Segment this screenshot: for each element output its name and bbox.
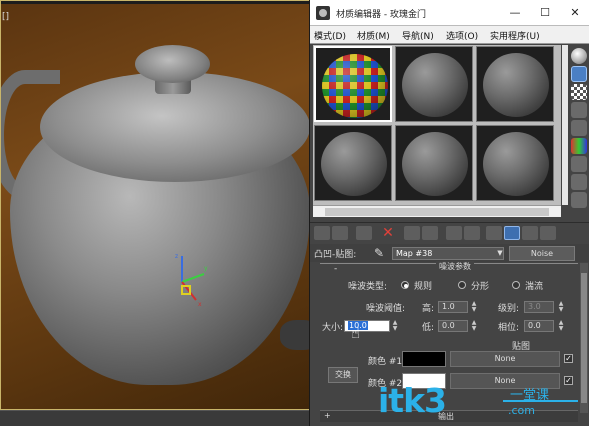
backlight-icon[interactable] [571,66,587,82]
sample-slot-3[interactable] [476,46,554,122]
editor-toolbar: ✕ [310,222,589,242]
noise-threshold-label: 噪波阈值: [366,304,406,314]
rollout-title: 噪波参数 [436,261,474,272]
high-label: 高: [422,304,435,314]
menu-mode[interactable]: 模式(D) [314,29,346,42]
3d-viewport[interactable]: [] z y x [0,0,310,426]
eyedropper-icon[interactable]: ✎ [374,246,388,260]
sphere-preview [402,132,468,196]
copy-material-icon[interactable] [404,226,420,240]
noise-type-label: 噪波类型: [348,282,388,292]
radio-fractal[interactable] [458,281,466,289]
low-spinner[interactable]: 0.0 [438,320,468,332]
put-to-scene-icon[interactable] [332,226,348,240]
levels-spinner[interactable]: 3.0 [524,301,554,313]
options-icon[interactable] [571,156,587,172]
video-check-icon[interactable] [571,120,587,136]
sample-slots [313,45,561,205]
phase-spinner[interactable]: 0.0 [524,320,554,332]
panel-scrollbar[interactable] [580,263,588,413]
panel-scrollbar-thumb[interactable] [581,273,587,403]
go-to-parent-icon[interactable] [522,226,538,240]
reset-map-icon[interactable]: ✕ [380,226,396,240]
material-id-channel-icon[interactable] [464,226,480,240]
radio-regular-label: 规则 [414,282,433,292]
map-type-button[interactable]: Noise [509,246,575,261]
high-spinner[interactable]: 1.0 [438,301,468,313]
size-label: 大小: [322,323,344,333]
show-end-result-icon[interactable] [504,226,520,240]
color1-map-checkbox[interactable]: ✓ [564,354,573,363]
levels-spinner-arrows[interactable]: ▲ ▼ [558,301,564,313]
menu-utilities[interactable]: 实用程序(U) [490,29,540,42]
material-navigator-icon[interactable] [571,192,587,208]
sample-slot-1[interactable] [314,46,392,122]
sphere-preview [321,132,387,196]
assign-to-selection-icon[interactable] [356,226,372,240]
map-slot-label: 凸凹-贴图: [314,250,357,260]
window-title: 材质编辑器 - 玫瑰金门 [336,10,426,20]
color1-swatch[interactable] [402,351,446,367]
sample-slot-2[interactable] [395,46,473,122]
uv-tiling-icon[interactable] [571,102,587,118]
high-spinner-arrows[interactable]: ▲ ▼ [471,301,477,313]
levels-label: 级别: [498,304,520,314]
watermark-divider [503,400,578,402]
collapse-icon[interactable]: - [334,264,337,274]
rollout-header[interactable]: - 噪波参数 [320,261,578,274]
sample-slot-6[interactable] [476,125,554,201]
sample-slot-4[interactable] [314,125,392,201]
radio-turbulence[interactable] [512,281,520,289]
close-button[interactable]: ✕ [560,2,589,24]
menu-bar: 模式(D) 材质(M) 导航(N) 选项(O) 实用程序(U) [310,26,589,44]
menu-material[interactable]: 材质(M) [357,29,390,42]
checker-sphere-preview [322,54,388,118]
menu-navigation[interactable]: 导航(N) [402,29,434,42]
viewport-bottom-bar [0,410,310,426]
viewport-active-border [0,0,310,410]
chevron-down-icon[interactable]: ▼ [495,247,505,260]
maximize-button[interactable]: ☐ [530,2,560,24]
slots-horizontal-scrollbar[interactable] [313,205,561,217]
watermark-main: itk3 [378,381,447,420]
low-label: 低: [422,323,435,333]
color1-label: 颜色 #1 [368,357,403,367]
sample-type-icon[interactable] [571,48,587,64]
menu-options[interactable]: 选项(O) [446,29,478,42]
go-forward-to-sibling-icon[interactable] [540,226,556,240]
low-spinner-arrows[interactable]: ▲ ▼ [471,320,477,332]
show-shaded-material-icon[interactable] [486,226,502,240]
put-to-library-icon[interactable] [446,226,462,240]
map-name-field[interactable]: Map #38 [392,247,504,260]
size-spinner-arrows[interactable]: ▲ ▼ [392,320,398,332]
watermark-sub: .com [508,404,535,417]
watermark-logo: itk3 一堂课 .com [378,381,578,426]
scrollbar-thumb[interactable] [325,208,549,216]
sphere-preview [402,53,468,117]
radio-turbulence-label: 湍流 [525,282,544,292]
material-editor-window: 材质编辑器 - 玫瑰金门 — ☐ ✕ 模式(D) 材质(M) 导航(N) 选项(… [309,0,589,426]
sphere-preview [483,53,549,117]
phase-spinner-arrows[interactable]: ▲ ▼ [558,320,564,332]
background-icon[interactable] [571,84,587,100]
color1-map-button[interactable]: None [450,351,560,367]
app-icon [316,6,330,20]
sphere-preview [483,132,549,196]
radio-regular[interactable] [401,281,409,289]
map-name-row: 凸凹-贴图: ✎ Map #38 ▼ Noise [310,244,589,262]
title-bar[interactable]: 材质编辑器 - 玫瑰金门 — ☐ ✕ [310,0,589,26]
hand-cursor-icon: ☝ [351,324,361,342]
make-unique-icon[interactable] [422,226,438,240]
minimize-button[interactable]: — [500,2,530,24]
side-toolbar [568,44,589,224]
swap-button[interactable]: 交换 [328,367,358,383]
radio-fractal-label: 分形 [471,282,490,292]
phase-label: 相位: [498,323,520,333]
expand-icon[interactable]: + [324,411,331,420]
get-material-icon[interactable] [314,226,330,240]
select-by-material-icon[interactable] [571,174,587,190]
preview-icon[interactable] [571,138,587,154]
sample-slot-5[interactable] [395,125,473,201]
